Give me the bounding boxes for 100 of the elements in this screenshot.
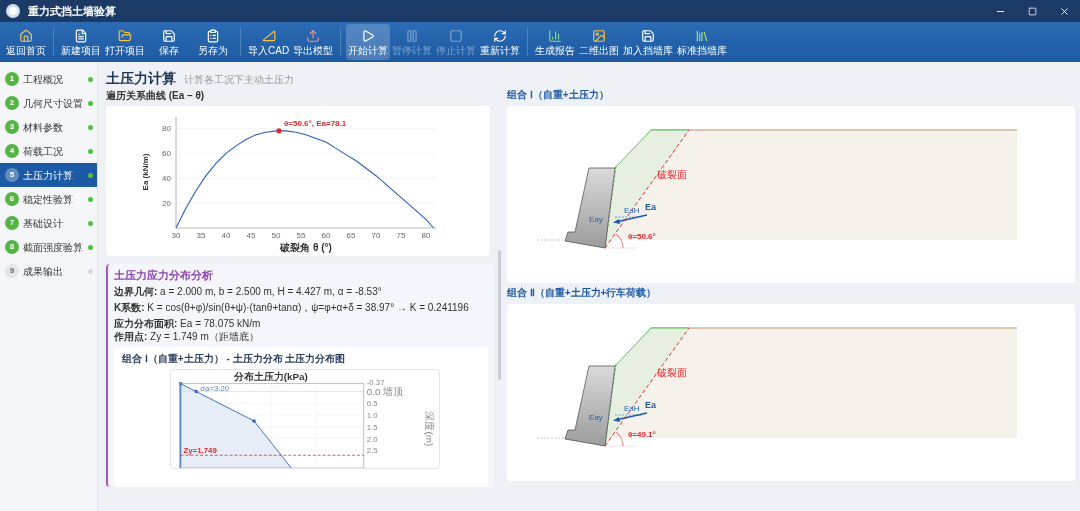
tick-label: 75 <box>396 231 406 240</box>
toolbar-button[interactable]: 导出模型 <box>291 24 336 60</box>
play-icon <box>361 28 376 43</box>
close-icon <box>1058 5 1070 17</box>
step-label: 材料参数 <box>23 120 64 135</box>
home-icon <box>19 28 33 43</box>
sidebar-item[interactable]: 9 成果输出 <box>0 259 97 283</box>
toolbar-button[interactable]: 保存 <box>147 24 191 60</box>
force-label: Ea <box>645 400 656 410</box>
step-number: 7 <box>5 216 19 230</box>
force-label: Eay <box>589 215 603 224</box>
chart-card-title: 组合 Ⅰ（自重+土压力） - 土压力分布 土压力分布图 <box>122 352 347 365</box>
toolbar-button[interactable]: 打开项目 <box>103 24 147 60</box>
toolbar-button[interactable]: 生成报告 <box>533 24 578 60</box>
tick-label: 45 <box>246 231 256 240</box>
sidebar-item[interactable]: 4 荷载工况 <box>0 139 97 163</box>
failure-label: 破裂面 <box>657 169 687 180</box>
step-label: 荷载工况 <box>23 144 64 159</box>
scrollbar-thumb[interactable] <box>498 250 501 380</box>
step-label: 基础设计 <box>23 216 64 231</box>
document-icon <box>74 28 88 43</box>
force-label: EaH <box>624 206 640 215</box>
diagram-title: 组合 Ⅱ（自重+土压力+行车荷载） <box>507 286 658 300</box>
chart-title: 分布土压力(kPa) <box>233 370 308 382</box>
tick-label: 80 <box>421 231 431 240</box>
window-title: 重力式挡土墙验算 <box>28 3 116 19</box>
axis-title: Ea (kN/m) <box>141 153 150 191</box>
analysis-title: 土压力应力分布分析 <box>114 268 214 282</box>
toolbar-button[interactable]: 二维出图 <box>577 24 622 60</box>
toolbar-button[interactable]: 标准挡墙库 <box>675 24 730 60</box>
folder-icon <box>118 28 132 43</box>
tick-label: 30 <box>171 231 181 240</box>
tick-label: 1.0 <box>366 411 378 420</box>
sidebar-item[interactable]: 6 稳定性验算 <box>0 187 97 211</box>
step-number: 6 <box>5 192 19 206</box>
tick-label: 0.0 墙顶 <box>366 385 404 397</box>
force-label: Eay <box>589 413 603 422</box>
step-number: 3 <box>5 120 19 134</box>
diagram-title: 组合 Ⅰ（自重+土压力） <box>507 88 610 102</box>
formula-text: K系数: K = cos(θ+φ)/sin(θ+ψ)·(tanθ+tanα)，ψ=φ+α+δ = 38.97° → K = 0.241196 <box>114 301 470 314</box>
toolbar-button[interactable]: 导入CAD <box>246 24 292 60</box>
step-label: 成果输出 <box>23 264 64 279</box>
tick-label: 80 <box>162 124 171 134</box>
page-title: 土压力计算 <box>106 69 176 88</box>
toolbar-button[interactable]: 返回首页 <box>4 24 48 60</box>
step-label: 土压力计算 <box>23 168 74 183</box>
books-icon <box>695 28 710 43</box>
refresh-icon <box>493 28 508 43</box>
sidebar-item[interactable]: 7 基础设计 <box>0 211 97 235</box>
save-icon <box>641 28 656 43</box>
app-logo-icon <box>6 4 20 18</box>
tick-label: 20 <box>162 199 171 209</box>
step-number: 2 <box>5 96 19 110</box>
step-label: 几何尺寸设置 <box>23 96 84 111</box>
step-number: 5 <box>5 168 19 182</box>
tick-label: 50 <box>271 231 281 240</box>
toolbar-button[interactable]: 另存为 <box>191 24 235 60</box>
sigma-label: σa=3.20 <box>200 383 230 393</box>
tick-label: 40 <box>221 231 231 240</box>
toolbar-button[interactable]: 开始计算 <box>346 24 391 60</box>
toolbar-button[interactable]: 加入挡墙库 <box>621 24 676 60</box>
zy-label: Zy=1.749 <box>183 446 217 456</box>
toolbar-button[interactable]: 新建项目 <box>59 24 103 60</box>
axis-title: 破裂角 θ (°) <box>280 242 332 253</box>
sidebar-item[interactable]: 1 工程概况 <box>0 67 97 91</box>
step-label: 工程概况 <box>23 72 64 87</box>
force-arrow <box>613 412 648 422</box>
page-subtitle: 计算各工况下主动土压力 <box>184 73 294 87</box>
tick-label: 65 <box>346 231 356 240</box>
tick-label: 0.5 <box>366 399 378 409</box>
tick-label: 40 <box>162 174 171 184</box>
step-number: 4 <box>5 144 19 158</box>
step-label: 截面强度验算 <box>23 240 84 255</box>
formula-text: 边界几何: a = 2.000 m, b = 2.500 m, H = 4.427 m, α = -8.53° <box>114 285 383 298</box>
clipboard-icon <box>206 28 220 43</box>
angle-label: θ=50.6° <box>628 232 656 241</box>
tick-label: 2.0 <box>366 434 378 444</box>
toolbar-button[interactable]: 重新计算 <box>478 24 523 60</box>
peak-marker <box>276 128 282 134</box>
tick-label: 55 <box>296 231 306 240</box>
failure-label: 破裂面 <box>657 367 687 378</box>
angle-label: θ=49.1° <box>628 430 656 439</box>
image-icon <box>592 28 607 43</box>
point-text: 作用点: Zy = 1.749 m（距墙底） <box>114 330 260 343</box>
step-number: 9 <box>5 264 19 278</box>
tick-label: 35 <box>196 231 206 240</box>
section-heading: 遍历关系曲线 (Ea – θ) <box>106 89 206 102</box>
force-label: EaH <box>624 404 640 413</box>
sidebar-item[interactable]: 2 几何尺寸设置 <box>0 91 97 115</box>
tick-label: 2.5 <box>366 446 378 456</box>
save-icon <box>162 28 176 43</box>
tick-label: 70 <box>371 231 381 240</box>
force-label: Ea <box>645 202 656 212</box>
sidebar-item[interactable]: 8 截面强度验算 <box>0 235 97 259</box>
stop-icon <box>449 28 464 43</box>
sidebar-item[interactable]: 3 材料参数 <box>0 115 97 139</box>
sidebar-item[interactable]: 5 土压力计算 <box>0 163 97 187</box>
bar-chart-icon <box>548 28 563 43</box>
force-arrow <box>613 214 648 224</box>
peak-label: θ=50.6°, Ea=78.1 <box>284 118 347 128</box>
